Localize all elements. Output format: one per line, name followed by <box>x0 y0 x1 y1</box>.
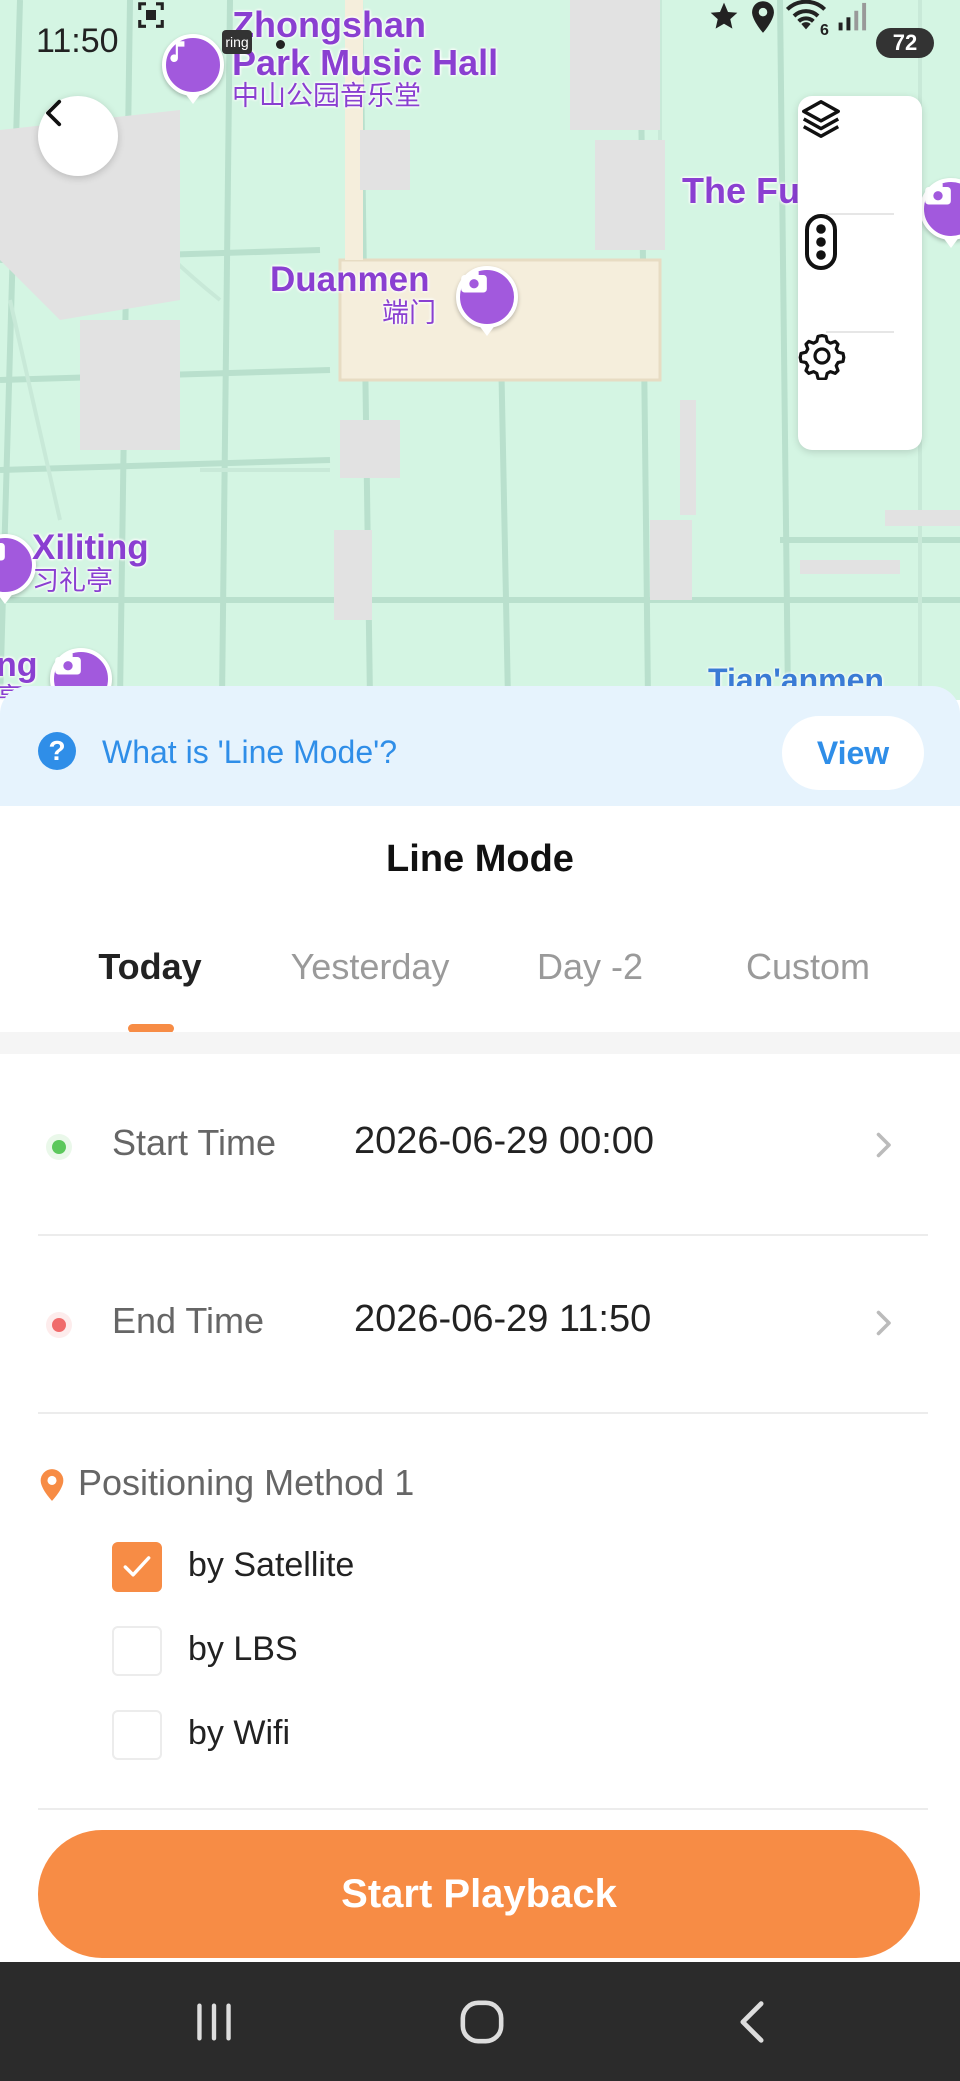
chevron-right-icon <box>876 1132 891 1158</box>
tab-day-minus-2[interactable]: Day -2 <box>480 946 700 988</box>
positioning-method-section: Positioning Method 1 by Satellite by LBS… <box>38 1438 928 1810</box>
start-playback-button[interactable]: Start Playback <box>38 1830 920 1958</box>
camera-icon <box>461 271 487 293</box>
settings-button[interactable] <box>798 332 922 450</box>
panel-title: Line Mode <box>386 838 574 880</box>
home-icon <box>460 2000 504 2044</box>
positioning-method-title: Positioning Method 1 <box>78 1462 415 1503</box>
poi-label-duanmen[interactable]: Duanmen 端门 <box>270 260 436 328</box>
poi-name-cn: 端门 <box>382 297 436 328</box>
back-arrow-icon <box>46 99 62 127</box>
section-divider <box>0 1032 960 1054</box>
status-bar: 11:50 ring 6 72 <box>0 0 960 90</box>
check-icon <box>123 1556 151 1577</box>
layers-icon <box>802 100 840 138</box>
battery-indicator: 72 <box>876 28 934 58</box>
satellite-label: by Satellite <box>188 1546 355 1584</box>
recents-icon <box>197 2003 231 2041</box>
tab-today[interactable]: Today <box>40 946 260 988</box>
line-mode-panel: Line Mode Today Yesterday Day -2 Custom … <box>0 814 960 1962</box>
view-button[interactable]: View <box>782 716 924 790</box>
help-icon: ? <box>38 732 76 770</box>
network-badge: 6 <box>820 22 829 39</box>
poi-name: Duanmen <box>270 260 430 299</box>
notification-dot <box>276 40 285 49</box>
lbs-label: by LBS <box>188 1630 298 1668</box>
hint-text[interactable]: What is 'Line Mode'? <box>102 734 397 771</box>
poi-name: The Fu <box>682 170 800 211</box>
start-dot <box>52 1140 66 1154</box>
camera-icon <box>925 183 951 205</box>
traffic-button[interactable] <box>798 214 922 332</box>
poi-name: Xiliting <box>32 528 149 567</box>
map-tools-panel <box>798 96 922 450</box>
end-time-row[interactable]: End Time 2026-06-29 11:50 <box>38 1236 928 1414</box>
camera-icon <box>55 653 81 675</box>
system-nav-bar <box>0 1962 960 2081</box>
location-pin-icon <box>40 1469 64 1501</box>
date-tabs: Today Yesterday Day -2 Custom <box>0 936 960 1026</box>
signal-icon <box>838 2 867 31</box>
wifi-label: by Wifi <box>188 1714 290 1752</box>
gear-icon <box>798 334 846 380</box>
recents-button[interactable] <box>174 1992 254 2052</box>
wifi-checkbox[interactable] <box>112 1710 162 1760</box>
home-button[interactable] <box>442 1992 522 2052</box>
location-icon <box>752 1 774 33</box>
satellite-checkbox[interactable] <box>112 1542 162 1592</box>
end-time-label: End Time <box>112 1300 265 1341</box>
poi-label-the-fu[interactable]: The Fu <box>682 172 800 210</box>
camera-poi-pin[interactable] <box>456 266 518 328</box>
lbs-checkbox[interactable] <box>112 1626 162 1676</box>
start-time-label: Start Time <box>112 1122 277 1163</box>
chevron-right-icon <box>876 1310 891 1336</box>
status-time: 11:50 <box>36 22 119 60</box>
layers-button[interactable] <box>798 96 922 214</box>
nav-back-button[interactable] <box>712 1992 792 2052</box>
ring-badge: ring <box>222 30 252 54</box>
poi-name-cn: 习礼亭 <box>32 565 113 596</box>
screenshot-icon <box>138 2 164 28</box>
end-dot <box>52 1318 66 1332</box>
line-mode-hint-bar: ? What is 'Line Mode'? View <box>0 686 960 806</box>
nav-back-icon <box>740 2001 764 2043</box>
star-icon <box>710 2 738 29</box>
end-time-value: 2026-06-29 11:50 <box>354 1298 652 1340</box>
back-button[interactable] <box>38 96 118 176</box>
map-view[interactable]: Zhongshan Park Music Hall 中山公园音乐堂 Duanme… <box>0 0 960 700</box>
tab-yesterday[interactable]: Yesterday <box>260 946 480 988</box>
start-time-row[interactable]: Start Time 2026-06-29 00:00 <box>38 1058 928 1236</box>
tab-custom[interactable]: Custom <box>698 946 918 988</box>
poi-label-xiliting[interactable]: Xiliting 习礼亭 <box>32 528 149 596</box>
camera-icon <box>0 543 5 561</box>
traffic-light-icon <box>805 214 837 270</box>
poi-name: ng <box>0 646 38 684</box>
start-time-value: 2026-06-29 00:00 <box>354 1120 655 1162</box>
